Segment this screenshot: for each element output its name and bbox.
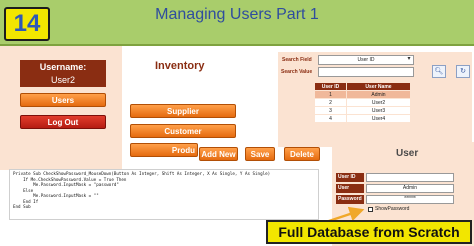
- logout-button[interactable]: Log Out: [20, 115, 106, 129]
- search-value-input[interactable]: [318, 67, 414, 77]
- table-row[interactable]: 2 User2: [314, 98, 411, 107]
- checkbox-icon[interactable]: [368, 206, 373, 212]
- show-password-label: ShowPassword: [375, 206, 410, 212]
- save-button[interactable]: Save: [245, 147, 275, 161]
- table-cell: 1: [314, 90, 347, 99]
- table-cell: 3: [314, 106, 347, 115]
- show-password-checkbox[interactable]: ShowPassword: [368, 206, 409, 212]
- search-field-label: Search Field: [282, 57, 312, 63]
- chevron-down-icon[interactable]: ▾: [404, 55, 414, 65]
- username-label: Username:: [20, 60, 106, 74]
- column-header: User ID: [314, 82, 347, 91]
- table-cell: Admin: [346, 90, 411, 99]
- password-field[interactable]: ******: [366, 195, 454, 204]
- code-line: Private Sub CheckShowPassword_MouseDown(…: [13, 171, 271, 176]
- user-id-label: User ID: [336, 173, 364, 182]
- username-value: User2: [20, 73, 106, 87]
- table-row[interactable]: 3 User3: [314, 106, 411, 115]
- table-row[interactable]: 1 Admin: [314, 90, 411, 99]
- users-table: User ID User Name 1 Admin 2 User2 3 User…: [314, 82, 411, 123]
- code-line: End Sub: [13, 204, 31, 209]
- add-new-button[interactable]: Add New: [199, 147, 238, 161]
- users-button[interactable]: Users: [20, 93, 106, 107]
- delete-button[interactable]: Delete: [284, 147, 320, 161]
- inventory-title: Inventory: [155, 60, 205, 72]
- user-id-field[interactable]: [366, 173, 454, 182]
- banner: Full Database from Scratch: [266, 220, 472, 244]
- user-name-label: User Name: [336, 184, 364, 200]
- table-row[interactable]: 4 User4: [314, 114, 411, 123]
- column-header: User Name: [346, 82, 411, 91]
- table-cell: 4: [314, 114, 347, 123]
- page-title: Managing Users Part 1: [155, 6, 319, 23]
- supplier-button[interactable]: Supplier: [130, 104, 236, 118]
- search-value-label: Search Value: [281, 69, 313, 75]
- vba-code-window: Private Sub CheckShowPassword_MouseDown(…: [9, 169, 319, 220]
- customer-button[interactable]: Customer: [130, 124, 236, 138]
- user-form-title: User: [396, 148, 419, 159]
- table-cell: 2: [314, 98, 347, 107]
- search-field-select[interactable]: User ID: [318, 55, 414, 65]
- password-label: Password: [336, 195, 364, 204]
- product-button[interactable]: Produ: [130, 143, 198, 157]
- user-name-field[interactable]: Admin: [366, 184, 454, 193]
- table-cell: User2: [346, 98, 411, 107]
- table-cell: User3: [346, 106, 411, 115]
- table-cell: User4: [346, 114, 411, 123]
- refresh-icon[interactable]: ↻: [456, 65, 470, 78]
- search-icon[interactable]: 🔍︎: [432, 65, 446, 78]
